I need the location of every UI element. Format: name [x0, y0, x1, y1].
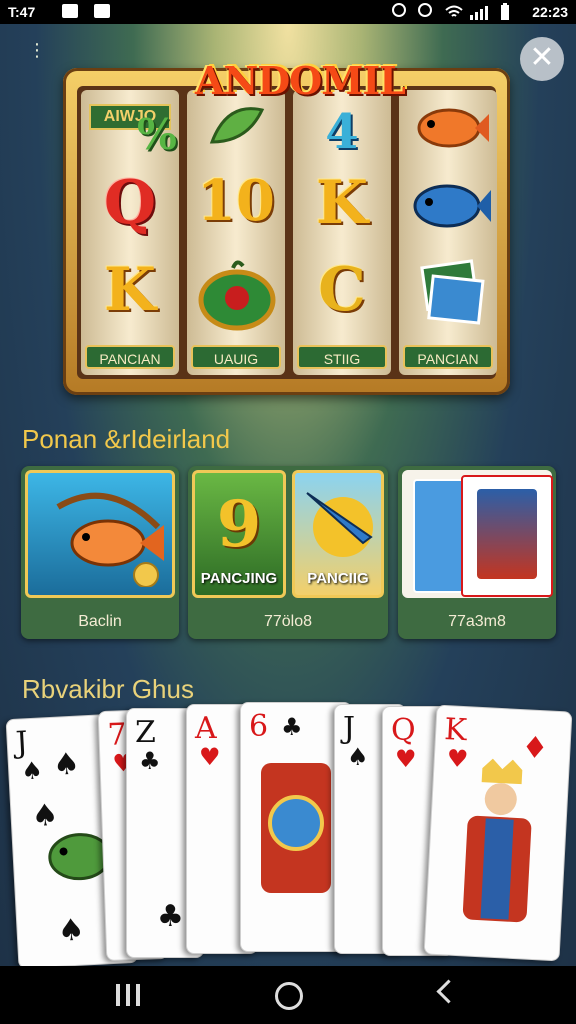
status-time: T:47: [8, 4, 36, 20]
nine-symbol-icon: 9: [216, 487, 262, 562]
game-title-logo: ANDOMIL: [195, 58, 406, 103]
sync-icon: [418, 3, 432, 17]
tile-thumbnail: 9 PANCJING: [192, 470, 286, 598]
tile-caption: 77ölo8: [263, 613, 313, 630]
melon-symbol-icon: [198, 260, 276, 331]
knight-figure-icon: [261, 763, 331, 893]
swordfish-icon: [306, 492, 373, 557]
symbol-k: K: [103, 255, 157, 325]
battery-icon: [501, 3, 509, 20]
symbol-q: Q: [103, 168, 157, 238]
wifi-icon: [445, 5, 463, 17]
card-rank: K: [443, 712, 468, 749]
playing-card[interactable]: K ♥ ♦: [423, 704, 573, 962]
spade-icon: ♠: [56, 912, 86, 949]
orange-fish-icon: [417, 108, 489, 148]
club-icon: ♣: [157, 899, 184, 934]
card-suit: ♣: [139, 747, 161, 775]
status-bar: T:47 22:23: [0, 0, 576, 24]
card-suit: ♣: [281, 713, 303, 741]
king-figure-icon: [477, 489, 537, 579]
reel-label: UAUIG: [191, 345, 281, 369]
cards-stack-icon: [420, 259, 485, 325]
reel-4: PANCIAN: [399, 90, 497, 375]
close-button[interactable]: ✕: [520, 37, 564, 81]
tile-thumb-text: PANCIIG: [307, 570, 369, 587]
menu-icon[interactable]: ⋮: [28, 42, 46, 60]
reel-1: AIWJO % Q K PANCIAN: [81, 90, 179, 375]
card-suit: ♠: [347, 743, 369, 771]
card-rank: J: [343, 711, 356, 746]
symbol-percent: %: [137, 110, 177, 159]
slot-reels-frame: AIWJO % Q K PANCIAN 10 UAUIG 4 K C STIIG: [77, 86, 497, 379]
card-rank: A: [195, 711, 217, 746]
tile-caption: 77a3m8: [448, 613, 506, 630]
gallery-icon: [94, 4, 110, 18]
game-tile[interactable]: Baclin: [21, 466, 179, 639]
tile-thumbnail: PANCIIG: [292, 470, 384, 598]
recent-apps-button[interactable]: [116, 984, 140, 1006]
game-tile[interactable]: 9 PANCJING PANCIIG 77ölo8: [188, 466, 388, 639]
reel-label: PANCIAN: [85, 345, 175, 369]
card-rank: 7: [106, 717, 128, 753]
alarm-icon: [392, 3, 406, 17]
section-title-cards: Rbvakibr Ghus: [22, 674, 194, 704]
reel-label: STIIG: [297, 345, 387, 369]
card-rank: J: [14, 725, 29, 761]
reel-label: PANCIAN: [403, 345, 493, 369]
symbol-c: C: [318, 255, 366, 325]
slot-machine[interactable]: AIWJO % Q K PANCIAN 10 UAUIG 4 K C STIIG: [63, 68, 510, 395]
card-suit: ♥: [199, 743, 221, 771]
card-suit: ♠: [20, 756, 44, 786]
symbol-10: 10: [197, 168, 275, 234]
card-rank: Z: [135, 715, 156, 750]
reel-2: 10 UAUIG: [187, 90, 285, 375]
king-card-art: [461, 475, 553, 597]
card-rank: 6: [249, 709, 269, 744]
symbol-k: K: [315, 168, 369, 238]
section-title-featured: Ponan &rIdeirland: [22, 424, 231, 454]
fish-bow-icon: [56, 492, 164, 587]
reel-3: 4 K C STIIG: [293, 90, 391, 375]
tile-thumbnail: [402, 470, 553, 598]
card-suit: ♥: [395, 745, 417, 773]
tile-caption: Baclin: [78, 613, 122, 630]
home-button[interactable]: [275, 982, 303, 1010]
card-rank: Q: [391, 713, 416, 748]
blue-fish-icon: [413, 184, 491, 228]
game-tile[interactable]: 77a3m8: [398, 466, 556, 639]
status-clock: 22:23: [532, 4, 568, 20]
tile-thumbnail: [25, 470, 175, 598]
king-figure-icon: [462, 758, 532, 923]
signal-icon: [470, 6, 488, 20]
tile-thumb-text: PANCJING: [200, 570, 278, 587]
spade-icon: ♠: [52, 746, 81, 783]
notification-icon: [62, 4, 78, 18]
